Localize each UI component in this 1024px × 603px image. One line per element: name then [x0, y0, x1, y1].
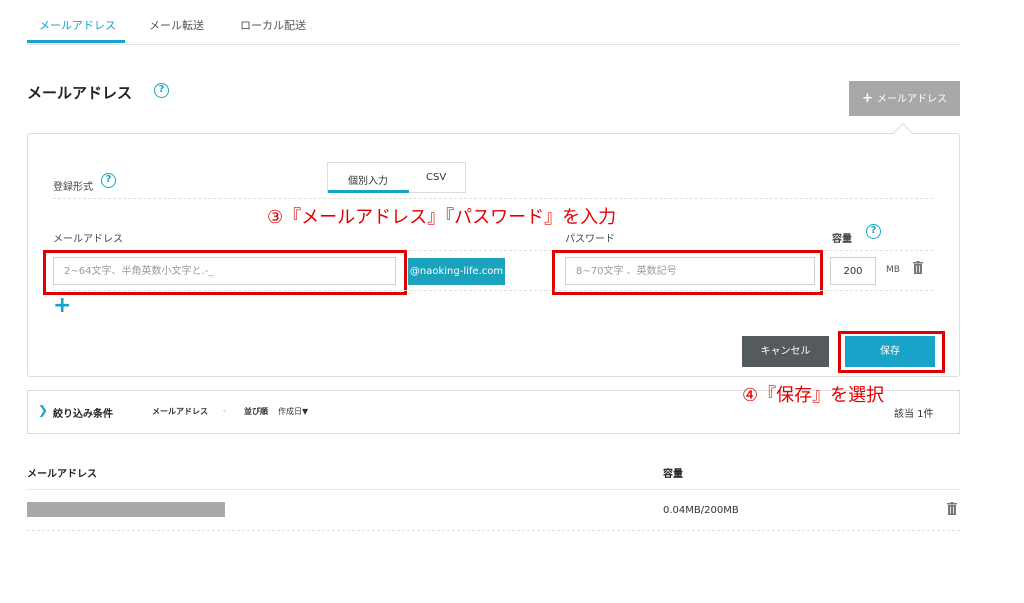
sort-select[interactable]: 作成日▼	[278, 406, 308, 417]
help-icon[interactable]: ?	[866, 224, 881, 239]
divider	[53, 290, 933, 291]
tab-email-address[interactable]: メールアドレス	[39, 17, 116, 33]
divider	[27, 530, 960, 531]
filter-label[interactable]: 絞り込み条件	[53, 405, 113, 420]
page-title: メールアドレス	[27, 84, 133, 102]
password-label: パスワード	[565, 234, 615, 245]
sort-label: 並び順	[244, 407, 268, 416]
help-icon[interactable]: ?	[154, 83, 169, 98]
result-count: 該当 1件	[894, 409, 934, 420]
active-tab-indicator	[27, 40, 125, 43]
column-header-email: メールアドレス	[27, 469, 97, 480]
trash-icon[interactable]	[913, 261, 923, 274]
email-label: メールアドレス	[53, 234, 123, 245]
mode-csv[interactable]: CSV	[426, 172, 446, 183]
domain-tag: @naoking-life.com	[408, 258, 505, 285]
top-tabs: メールアドレス メール転送 ローカル配送	[27, 0, 960, 45]
email-input[interactable]	[53, 257, 396, 285]
capacity-input[interactable]	[830, 257, 876, 285]
add-email-button-label: メールアドレス	[876, 94, 947, 105]
annotation-step4: ④『保存』を選択	[742, 385, 885, 406]
tab-local-delivery[interactable]: ローカル配送	[240, 17, 306, 33]
capacity-unit: MB	[886, 265, 900, 275]
plus-icon: +	[862, 91, 873, 106]
active-mode-indicator	[328, 190, 409, 193]
registration-type-label: 登録形式	[53, 182, 93, 193]
tab-mail-forwarding[interactable]: メール転送	[149, 17, 204, 33]
cancel-button[interactable]: キャンセル	[742, 336, 829, 367]
registration-mode-switch: 個別入力 CSV	[327, 162, 466, 193]
divider	[27, 489, 960, 490]
add-row-plus-icon[interactable]: +	[53, 295, 71, 317]
help-icon[interactable]: ?	[101, 173, 116, 188]
filter-field: メールアドレス	[152, 407, 208, 416]
save-button[interactable]: 保存	[845, 336, 935, 367]
mode-individual[interactable]: 個別入力	[348, 172, 388, 187]
masked-email	[27, 502, 225, 517]
capacity-label: 容量	[832, 234, 852, 245]
divider	[53, 198, 933, 199]
divider	[53, 250, 933, 251]
chevron-right-icon[interactable]: ❯	[38, 403, 48, 417]
column-header-capacity: 容量	[663, 469, 683, 480]
row-capacity: 0.04MB/200MB	[663, 505, 739, 516]
filter-dash: -	[223, 406, 226, 415]
password-input[interactable]	[565, 257, 815, 285]
trash-icon[interactable]	[947, 502, 957, 515]
annotation-step3: ③『メールアドレス』『パスワード』を入力	[267, 207, 617, 228]
add-email-button[interactable]: + メールアドレス	[849, 81, 960, 116]
